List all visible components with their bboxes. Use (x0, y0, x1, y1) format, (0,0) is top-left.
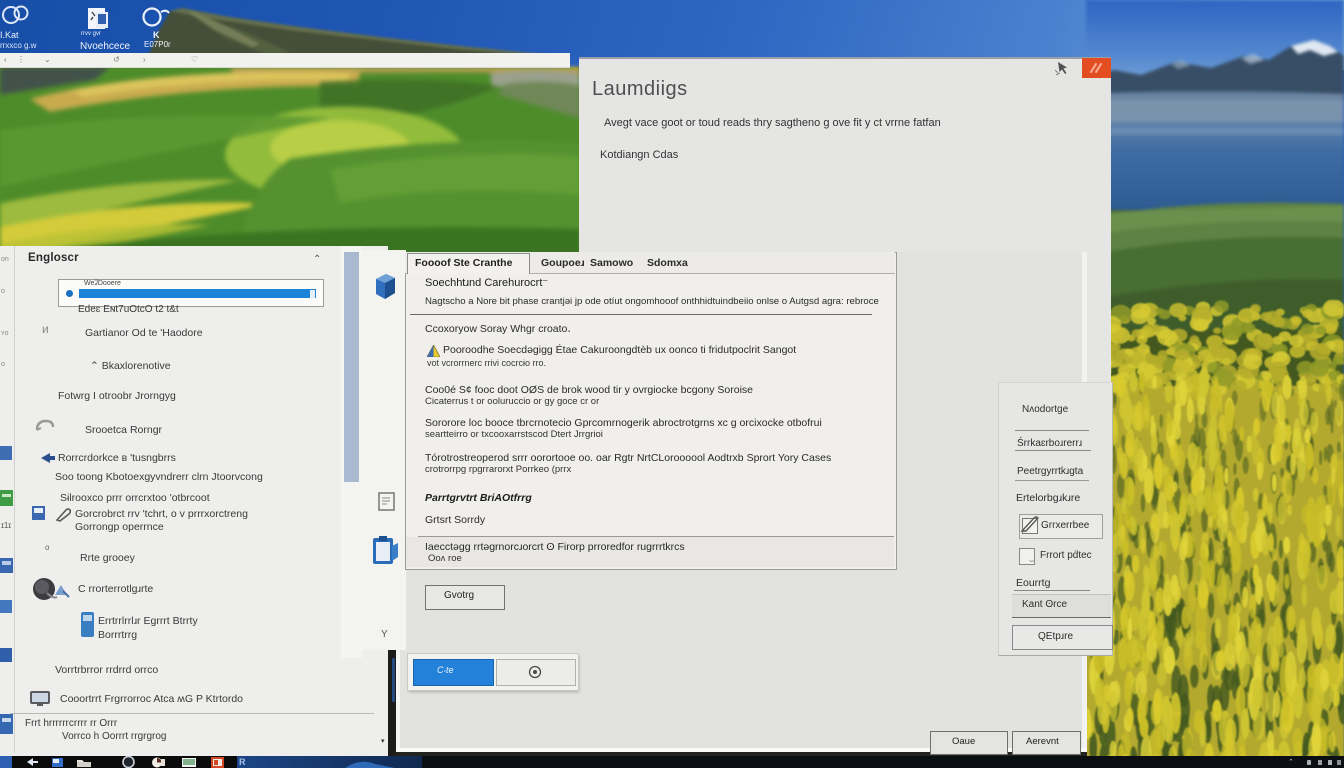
svg-text:K: K (153, 30, 160, 40)
